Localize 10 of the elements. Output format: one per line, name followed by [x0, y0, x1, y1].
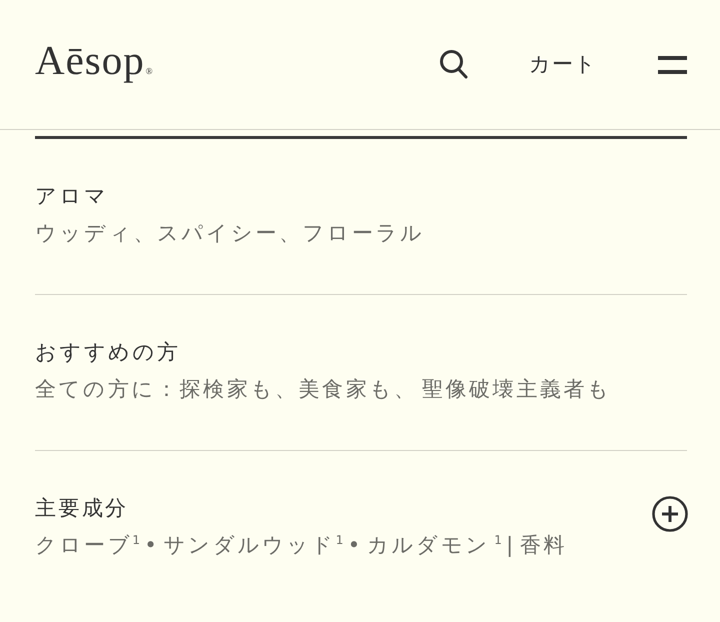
menu-icon[interactable]: [658, 56, 687, 74]
search-icon[interactable]: [440, 50, 468, 79]
section-text: クローブ$^{1}$ • サンダルウッド$^{1}$ • カルダモン $^{1}$ | 香料: [35, 532, 568, 559]
cart-link[interactable]: カート: [529, 52, 597, 78]
section-heading: 主要成分: [35, 495, 130, 522]
section-text: 全ての方に：探検家も、美食家も、 聖像破壊主義者も: [35, 376, 612, 403]
section-heading: おすすめの方: [35, 339, 182, 366]
expand-icon[interactable]: [652, 496, 688, 532]
section-heading: アロマ: [35, 183, 110, 210]
section-text: ウッディ、スパイシー、フローラル: [35, 220, 425, 247]
